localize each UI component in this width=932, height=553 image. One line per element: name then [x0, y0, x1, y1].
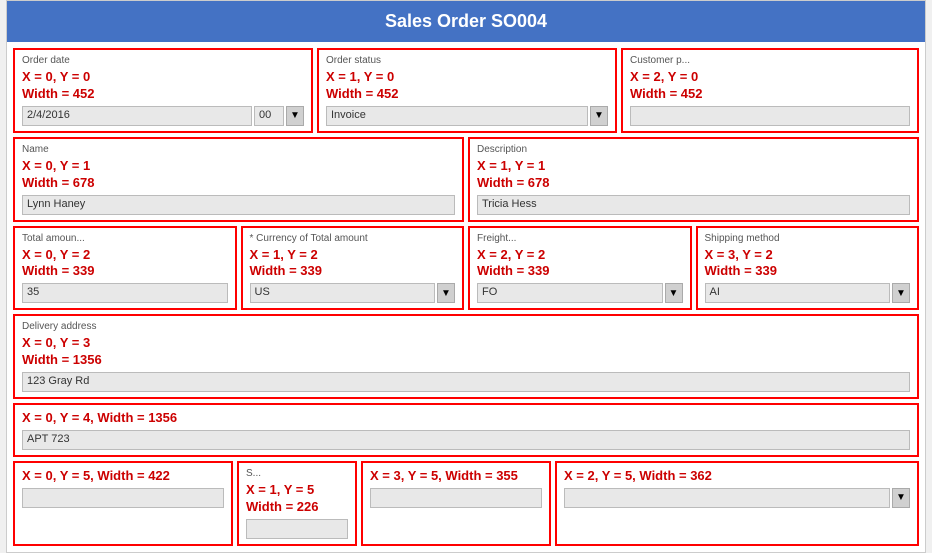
- cell-3-0: Delivery address X = 0, Y = 3 Width = 13…: [13, 314, 919, 399]
- cell-label-0-1: Order status: [326, 55, 608, 66]
- cell-input-2-2: FO ▼: [477, 283, 683, 303]
- input-1-0[interactable]: Lynn Haney: [22, 195, 455, 215]
- cell-coord-2-0: X = 0, Y = 2 Width = 339: [22, 247, 228, 281]
- input-2-2[interactable]: FO: [477, 283, 663, 303]
- input-2-3[interactable]: AI: [705, 283, 891, 303]
- cell-input-5-2: [370, 488, 542, 508]
- cell-coord-2-1: X = 1, Y = 2 Width = 339: [250, 247, 456, 281]
- cell-coord-5-3: X = 2, Y = 5, Width = 362: [564, 468, 910, 485]
- cell-label-0-2: Customer p...: [630, 55, 910, 66]
- dropdown-0-0[interactable]: ▼: [286, 106, 304, 126]
- row-4: X = 0, Y = 4, Width = 1356 APT 723: [13, 403, 919, 457]
- cell-coord-5-2: X = 3, Y = 5, Width = 355: [370, 468, 542, 485]
- main-container: Sales Order SO004 Order date X = 0, Y = …: [6, 0, 926, 553]
- grid-area: Order date X = 0, Y = 0 Width = 452 2/4/…: [7, 42, 925, 552]
- cell-5-3: X = 2, Y = 5, Width = 362 ▼: [555, 461, 919, 546]
- cell-input-5-3: ▼: [564, 488, 910, 508]
- cell-input-1-1: Tricia Hess: [477, 195, 910, 215]
- cell-label-3-0: Delivery address: [22, 321, 910, 332]
- input-0-0[interactable]: 2/4/2016: [22, 106, 252, 126]
- cell-coord-2-2: X = 2, Y = 2 Width = 339: [477, 247, 683, 281]
- dropdown-2-3[interactable]: ▼: [892, 283, 910, 303]
- row-2: Total amoun... X = 0, Y = 2 Width = 339 …: [13, 226, 919, 311]
- cell-coord-5-0: X = 0, Y = 5, Width = 422: [22, 468, 224, 485]
- cell-5-2: X = 3, Y = 5, Width = 355: [361, 461, 551, 546]
- cell-2-1: * Currency of Total amount X = 1, Y = 2 …: [241, 226, 465, 311]
- input-5-1[interactable]: [246, 519, 348, 539]
- cell-4-0: X = 0, Y = 4, Width = 1356 APT 723: [13, 403, 919, 457]
- cell-5-0: X = 0, Y = 5, Width = 422: [13, 461, 233, 546]
- page-title: Sales Order SO004: [385, 11, 547, 31]
- input-3-0[interactable]: 123 Gray Rd: [22, 372, 910, 392]
- cell-label-2-3: Shipping method: [705, 233, 911, 244]
- cell-5-1: S... X = 1, Y = 5 Width = 226: [237, 461, 357, 546]
- cell-input-5-0: [22, 488, 224, 508]
- cell-input-4-0: APT 723: [22, 430, 910, 450]
- row-5: X = 0, Y = 5, Width = 422 S... X = 1, Y …: [13, 461, 919, 546]
- cell-input-5-1: [246, 519, 348, 539]
- cell-label-2-1: * Currency of Total amount: [250, 233, 456, 244]
- cell-input-2-1: US ▼: [250, 283, 456, 303]
- cell-2-0: Total amoun... X = 0, Y = 2 Width = 339 …: [13, 226, 237, 311]
- input-0-2[interactable]: [630, 106, 910, 126]
- cell-0-2: Customer p... X = 2, Y = 0 Width = 452: [621, 48, 919, 133]
- cell-input-0-0: 2/4/2016 00 ▼: [22, 106, 304, 126]
- input-5-0[interactable]: [22, 488, 224, 508]
- input-0-1[interactable]: Invoice: [326, 106, 588, 126]
- cell-label-5-1: S...: [246, 468, 348, 479]
- row-0: Order date X = 0, Y = 0 Width = 452 2/4/…: [13, 48, 919, 133]
- cell-2-3: Shipping method X = 3, Y = 2 Width = 339…: [696, 226, 920, 311]
- cell-coord-1-1: X = 1, Y = 1 Width = 678: [477, 158, 910, 192]
- row-1: Name X = 0, Y = 1 Width = 678 Lynn Haney…: [13, 137, 919, 222]
- cell-label-2-0: Total amoun...: [22, 233, 228, 244]
- cell-label-1-0: Name: [22, 144, 455, 155]
- cell-label-2-2: Freight...: [477, 233, 683, 244]
- input-2-1[interactable]: US: [250, 283, 436, 303]
- cell-input-0-2: [630, 106, 910, 126]
- input-5-2[interactable]: [370, 488, 542, 508]
- cell-label-0-0: Order date: [22, 55, 304, 66]
- dropdown-2-2[interactable]: ▼: [665, 283, 683, 303]
- input-4-0[interactable]: APT 723: [22, 430, 910, 450]
- cell-coord-2-3: X = 3, Y = 2 Width = 339: [705, 247, 911, 281]
- dropdown-5-3[interactable]: ▼: [892, 488, 910, 508]
- cell-coord-1-0: X = 0, Y = 1 Width = 678: [22, 158, 455, 192]
- cell-coord-0-2: X = 2, Y = 0 Width = 452: [630, 69, 910, 103]
- input-1-1[interactable]: Tricia Hess: [477, 195, 910, 215]
- cell-1-0: Name X = 0, Y = 1 Width = 678 Lynn Haney: [13, 137, 464, 222]
- cell-label-1-1: Description: [477, 144, 910, 155]
- cell-0-0: Order date X = 0, Y = 0 Width = 452 2/4/…: [13, 48, 313, 133]
- title-bar: Sales Order SO004: [7, 1, 925, 42]
- input-5-3[interactable]: [564, 488, 890, 508]
- cell-1-1: Description X = 1, Y = 1 Width = 678 Tri…: [468, 137, 919, 222]
- cell-input-3-0: 123 Gray Rd: [22, 372, 910, 392]
- cell-input-0-1: Invoice ▼: [326, 106, 608, 126]
- cell-coord-0-0: X = 0, Y = 0 Width = 452: [22, 69, 304, 103]
- dropdown-0-1[interactable]: ▼: [590, 106, 608, 126]
- input-time-0-0[interactable]: 00: [254, 106, 284, 126]
- cell-coord-3-0: X = 0, Y = 3 Width = 1356: [22, 335, 910, 369]
- cell-input-1-0: Lynn Haney: [22, 195, 455, 215]
- cell-coord-4-0: X = 0, Y = 4, Width = 1356: [22, 410, 910, 427]
- cell-0-1: Order status X = 1, Y = 0 Width = 452 In…: [317, 48, 617, 133]
- cell-coord-5-1: X = 1, Y = 5 Width = 226: [246, 482, 348, 516]
- cell-input-2-3: AI ▼: [705, 283, 911, 303]
- row-3: Delivery address X = 0, Y = 3 Width = 13…: [13, 314, 919, 399]
- cell-coord-0-1: X = 1, Y = 0 Width = 452: [326, 69, 608, 103]
- dropdown-2-1[interactable]: ▼: [437, 283, 455, 303]
- input-2-0[interactable]: 35: [22, 283, 228, 303]
- cell-2-2: Freight... X = 2, Y = 2 Width = 339 FO ▼: [468, 226, 692, 311]
- cell-input-2-0: 35: [22, 283, 228, 303]
